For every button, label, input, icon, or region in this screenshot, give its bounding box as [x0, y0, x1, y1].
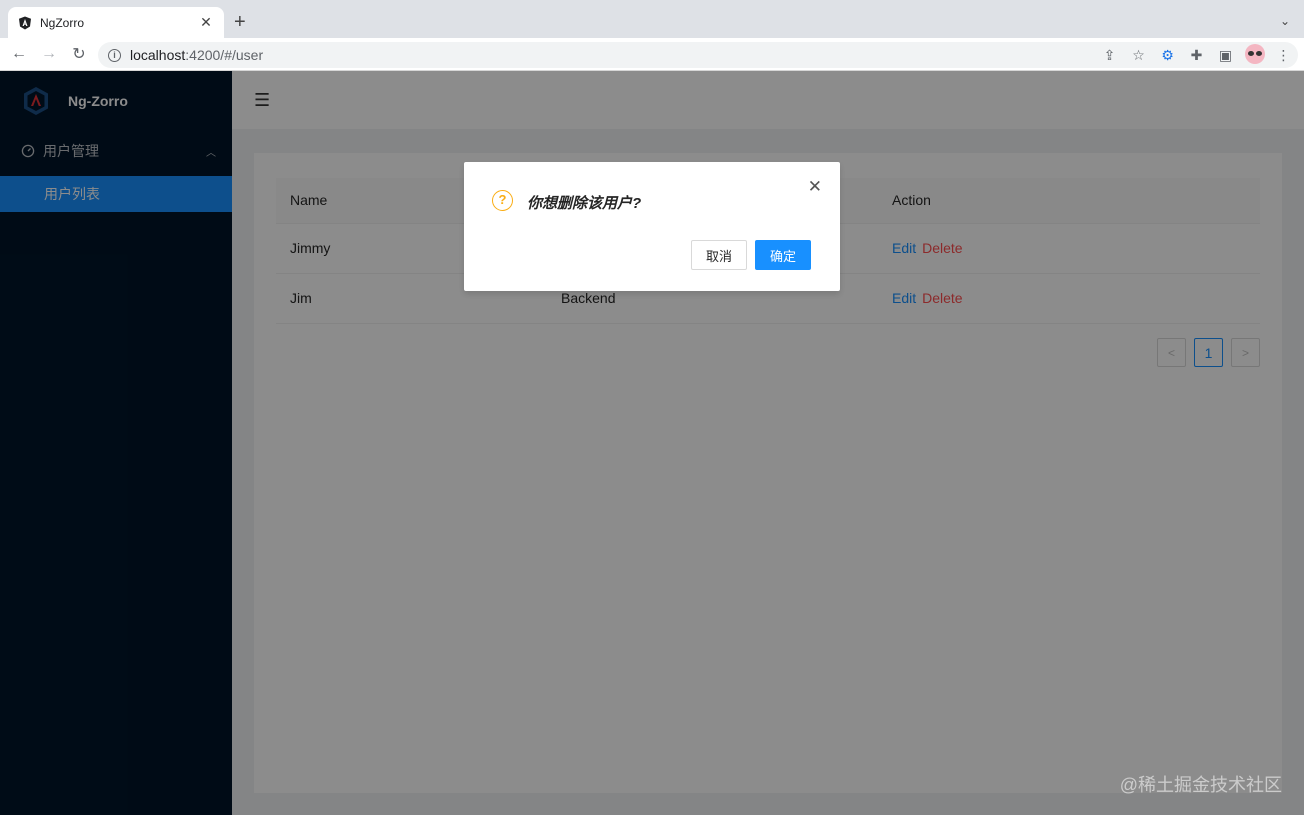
share-icon[interactable]: ⇪ — [1095, 47, 1124, 64]
url-host: localhost — [130, 47, 186, 63]
ok-button[interactable]: 确定 — [754, 240, 811, 270]
confirm-dialog: ✕ ? 你想删除该用户? 取消 确定 — [464, 162, 840, 291]
forward-icon[interactable]: → — [38, 43, 60, 65]
profile-avatar[interactable] — [1240, 43, 1269, 67]
tab-title: NgZorro — [40, 15, 85, 30]
question-circle-icon: ? — [492, 190, 513, 211]
dialog-message: 你想删除该用户? — [527, 195, 642, 212]
extensions-puzzle-icon[interactable]: ✚ — [1182, 47, 1211, 64]
watermark: @稀土掘金技术社区 — [1119, 775, 1282, 795]
browser-tab[interactable]: NgZorro ✕ — [8, 7, 224, 38]
bookmark-star-icon[interactable]: ☆ — [1124, 47, 1153, 64]
dialog-actions: 取消 确定 — [690, 240, 811, 270]
extension-gear-icon[interactable]: ⚙ — [1153, 47, 1182, 64]
browser-tabstrip: NgZorro ✕ + ⌄ — [0, 0, 1304, 38]
reload-icon[interactable]: ↻ — [68, 43, 90, 65]
tab-close-icon[interactable]: ✕ — [198, 14, 214, 31]
back-icon[interactable]: ← — [8, 43, 30, 65]
site-info-icon[interactable]: i — [108, 48, 121, 62]
toolbar-actions: ⇪ ☆ ⚙ ✚ ▣ ⋮ — [1095, 42, 1298, 68]
new-tab-icon[interactable]: + — [234, 12, 246, 32]
url-path: :4200/#/user — [185, 47, 264, 63]
cancel-button[interactable]: 取消 — [690, 240, 747, 270]
tab-search-chevron-icon[interactable]: ⌄ — [1280, 14, 1290, 28]
address-bar[interactable]: i localhost:4200/#/user ⇪ ☆ ⚙ ✚ ▣ ⋮ — [98, 42, 1298, 68]
browser-toolbar: ← → ↻ i localhost:4200/#/user ⇪ ☆ ⚙ ✚ ▣ … — [0, 38, 1304, 71]
side-panel-icon[interactable]: ▣ — [1211, 47, 1240, 64]
menu-kebab-icon[interactable]: ⋮ — [1269, 47, 1298, 64]
angular-icon — [19, 16, 31, 29]
close-icon[interactable]: ✕ — [808, 178, 822, 195]
